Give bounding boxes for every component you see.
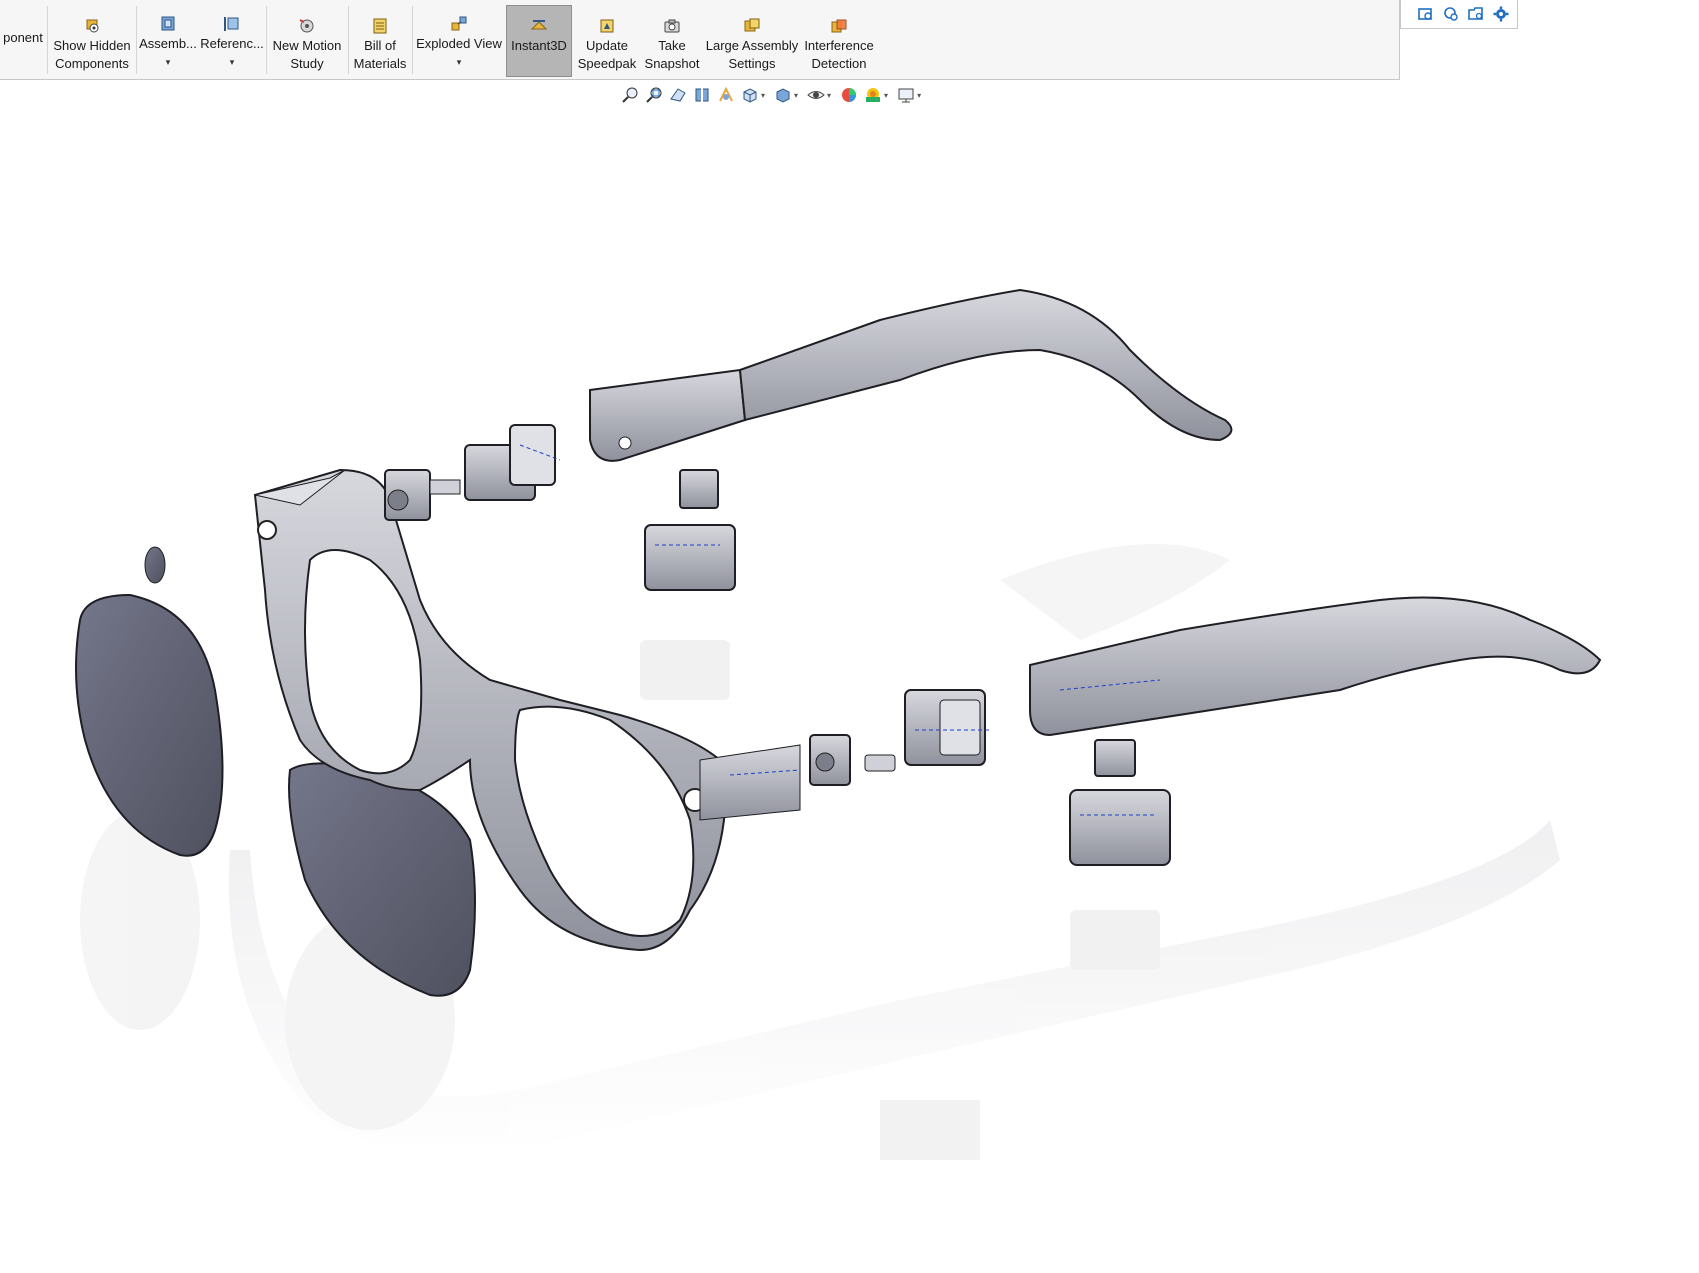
- task-pane-tabs: [1400, 0, 1518, 29]
- edit-appearance-icon[interactable]: [839, 85, 859, 105]
- take-snapshot-label: Take Snapshot: [644, 38, 700, 71]
- interference-detection-button[interactable]: Interference Detection: [801, 5, 877, 77]
- ribbon-separator: [136, 6, 137, 74]
- section-view-icon[interactable]: [692, 85, 712, 105]
- new-motion-study-button[interactable]: New Motion Study: [268, 5, 346, 77]
- previous-view-icon[interactable]: [668, 85, 688, 105]
- take-snapshot-button[interactable]: Take Snapshot: [641, 5, 703, 77]
- interference-detection-label: Interference Detection: [804, 38, 874, 71]
- large-assembly-icon: [744, 18, 760, 32]
- nose-pad-left: [144, 546, 166, 584]
- ribbon-separator: [47, 6, 48, 74]
- exploded-view-icon: [451, 16, 467, 31]
- large-assembly-settings-button[interactable]: Large Assembly Settings: [705, 5, 799, 77]
- instant3d-icon: [530, 20, 548, 30]
- chevron-down-icon[interactable]: ▾: [166, 57, 171, 67]
- show-hidden-components-label: Show Hidden Components: [53, 38, 131, 71]
- options-gear-icon[interactable]: [1492, 5, 1510, 23]
- file-explorer-icon[interactable]: [1442, 5, 1460, 23]
- instant3d-label: Instant3D: [511, 38, 567, 53]
- hide-show-icon[interactable]: [806, 85, 826, 105]
- update-speedpak-label: Update Speedpak: [577, 38, 637, 71]
- ribbon-separator: [266, 6, 267, 74]
- heads-up-view-toolbar: ▾ ▾ ▾ ▾ ▾: [620, 84, 925, 106]
- motion-study-icon: [299, 19, 314, 33]
- bill-of-materials-button[interactable]: Bill of Materials: [350, 5, 410, 77]
- exploded-view-label: Exploded View: [416, 36, 502, 51]
- chevron-down-icon[interactable]: ▾: [917, 91, 921, 100]
- graphics-area[interactable]: [0, 108, 1699, 1273]
- chevron-down-icon[interactable]: ▾: [884, 91, 888, 100]
- reference-geometry-label: Referenc...: [200, 36, 264, 51]
- chevron-down-icon[interactable]: ▾: [827, 91, 831, 100]
- view-palette-icon[interactable]: [1467, 5, 1485, 23]
- view-orientation-icon[interactable]: [740, 85, 760, 105]
- chevron-down-icon[interactable]: ▾: [230, 57, 235, 67]
- chevron-down-icon[interactable]: ▾: [761, 91, 765, 100]
- show-hidden-components-icon: [86, 19, 99, 33]
- chevron-down-icon[interactable]: ▾: [457, 57, 462, 67]
- update-speedpak-button[interactable]: Update Speedpak: [575, 5, 639, 77]
- apply-scene-icon[interactable]: [863, 85, 883, 105]
- display-style-icon[interactable]: [773, 85, 793, 105]
- interference-detection-icon: [831, 19, 847, 33]
- instant3d-button[interactable]: Instant3D: [506, 5, 572, 77]
- camera-icon: [664, 19, 680, 33]
- bill-of-materials-label: Bill of Materials: [353, 38, 407, 71]
- dynamic-annotation-icon[interactable]: [716, 85, 736, 105]
- reference-geometry-button[interactable]: Referenc... ▾: [200, 5, 264, 77]
- ribbon-separator: [412, 6, 413, 74]
- component-label: ponent: [3, 30, 43, 45]
- view-settings-icon[interactable]: [896, 85, 916, 105]
- left-lens: [75, 593, 224, 857]
- exploded-view-button[interactable]: Exploded View ▾: [414, 5, 504, 77]
- ribbon-separator: [348, 6, 349, 74]
- show-hidden-components-button[interactable]: Show Hidden Components: [50, 5, 134, 77]
- speedpak-icon: [600, 19, 614, 33]
- assembly-features-icon: [161, 16, 175, 31]
- design-library-icon[interactable]: [1417, 5, 1435, 23]
- component-button[interactable]: ponent: [0, 5, 46, 77]
- upper-hinge-assembly: [384, 368, 747, 591]
- new-motion-study-label: New Motion Study: [272, 38, 342, 71]
- large-assembly-settings-label: Large Assembly Settings: [705, 38, 799, 71]
- command-manager-ribbon: ponent Show Hidden Components Assemb... …: [0, 0, 1400, 80]
- reference-geometry-icon: [224, 17, 239, 31]
- upper-temple-arm: [738, 288, 1233, 442]
- zoom-to-area-icon[interactable]: [644, 85, 664, 105]
- assembly-features-label: Assemb...: [139, 36, 197, 51]
- zoom-to-fit-icon[interactable]: [620, 85, 640, 105]
- bill-of-materials-icon: [373, 18, 387, 34]
- chevron-down-icon[interactable]: ▾: [794, 91, 798, 100]
- assembly-features-button[interactable]: Assemb... ▾: [138, 5, 198, 77]
